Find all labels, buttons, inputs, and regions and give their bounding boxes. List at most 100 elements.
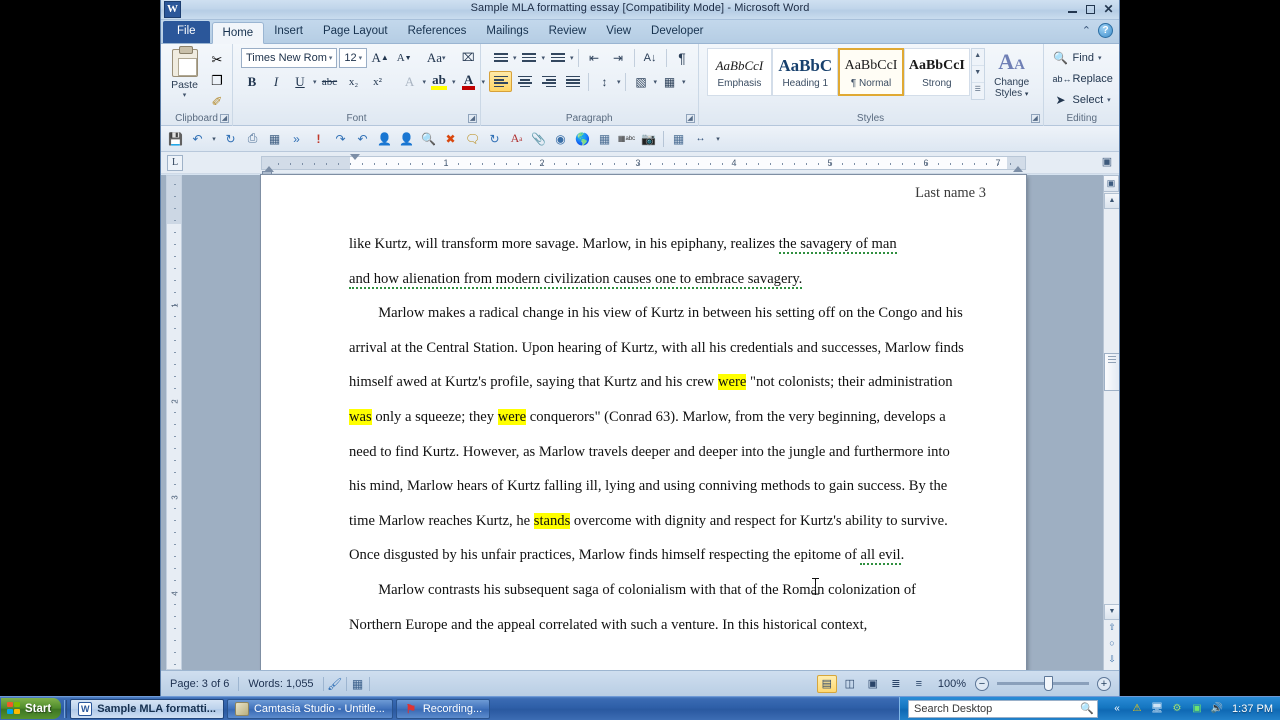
font-dialog-launcher[interactable]: ◢ [468, 114, 477, 123]
undo-dropdown-icon[interactable]: ▾ [209, 128, 219, 149]
tab-page-layout[interactable]: Page Layout [313, 21, 398, 43]
save-icon[interactable]: 💾 [165, 128, 186, 149]
tab-stop-selector[interactable]: L [167, 155, 183, 171]
superscript-a-icon[interactable]: Aa [506, 128, 527, 149]
language-icon[interactable]: ▦ [347, 677, 369, 691]
select-button[interactable]: ➤ Select ▾ [1050, 89, 1116, 110]
paperclip-icon[interactable]: 📎 [528, 128, 549, 149]
font-name-combo[interactable]: Times New Rom ▾ [241, 47, 338, 68]
text-effects-caret-icon[interactable]: ▾ [423, 78, 427, 86]
numbering-icon[interactable] [518, 47, 541, 68]
line-spacing-caret-icon[interactable]: ▾ [617, 78, 621, 86]
style-strong[interactable]: AaBbCcI Strong [903, 48, 970, 96]
document-page[interactable]: Last name 3 like Kurtz, will transform m… [261, 175, 1026, 695]
tab-file[interactable]: File [163, 21, 210, 43]
picture-frame-icon[interactable]: 📷 [638, 128, 659, 149]
borders-caret-icon[interactable]: ▾ [682, 78, 686, 86]
tab-insert[interactable]: Insert [264, 21, 313, 43]
copy-icon[interactable]: ❐ [206, 71, 228, 91]
format-painter-icon[interactable]: ✐ [206, 92, 228, 112]
bullets-caret-icon[interactable]: ▾ [513, 54, 517, 62]
vertical-ruler[interactable]: 1 2 3 4 [166, 175, 182, 689]
zoom-icon[interactable]: 🔍 [418, 128, 439, 149]
tab-view[interactable]: View [596, 21, 641, 43]
full-screen-reading-view-icon[interactable]: ◫ [840, 675, 860, 693]
change-styles-button[interactable]: AA Change Styles ▾ [985, 48, 1039, 100]
search-icon[interactable]: 🔍 [1080, 702, 1094, 715]
first-line-indent-marker[interactable] [350, 154, 360, 160]
restore-icon[interactable] [1084, 3, 1097, 15]
font-color-icon[interactable]: A [458, 71, 480, 92]
select-browse-object-icon[interactable]: ▣ [1103, 175, 1119, 192]
redo-icon[interactable]: ↻ [220, 128, 241, 149]
word-count[interactable]: Words: 1,055 [239, 678, 322, 690]
shading-caret-icon[interactable]: ▾ [654, 78, 658, 86]
zoom-slider[interactable] [997, 676, 1089, 691]
sort-icon[interactable]: A↓ [639, 47, 662, 68]
zoom-in-button[interactable]: + [1097, 676, 1111, 691]
borders-icon[interactable]: ▦ [658, 71, 681, 92]
grow-font-icon[interactable]: A ▲ [369, 47, 391, 68]
subscript-icon[interactable]: x₂ [343, 71, 365, 92]
paragraph-dialog-launcher[interactable]: ◢ [685, 114, 695, 123]
justify-icon[interactable] [561, 71, 584, 92]
shrink-font-icon[interactable]: A ▼ [393, 47, 415, 68]
multilevel-list-icon[interactable] [546, 47, 569, 68]
zoom-slider-thumb[interactable] [1044, 676, 1053, 691]
word-count-icon[interactable]: ▦ abc [616, 128, 637, 149]
start-button[interactable]: Start [1, 698, 62, 719]
shading-icon[interactable]: ▧ [630, 71, 653, 92]
multilevel-caret-icon[interactable]: ▾ [570, 54, 574, 62]
print-layout-view-icon[interactable]: ▤ [816, 674, 837, 693]
page-indicator[interactable]: Page: 3 of 6 [161, 678, 238, 690]
network-icon[interactable]: ▣ [1190, 702, 1204, 716]
security-shield-icon[interactable]: ⚠ [1130, 702, 1144, 716]
help-icon[interactable]: ? [1098, 23, 1113, 38]
clear-formatting-icon[interactable]: ⌧ [457, 47, 479, 68]
find-caret-icon[interactable]: ▾ [1098, 54, 1102, 62]
taskbar-item-recording[interactable]: ⚑ Recording... [395, 698, 491, 719]
increase-indent-icon[interactable]: ⇥ [607, 47, 630, 68]
exclamation-icon[interactable]: ! [308, 128, 329, 149]
document-body[interactable]: like Kurtz, will transform more savage. … [349, 227, 964, 642]
sound-icon[interactable]: 🔊 [1210, 702, 1224, 716]
globe-icon[interactable]: ◉ [550, 128, 571, 149]
grid-icon[interactable]: ▦ [594, 128, 615, 149]
underline-caret-icon[interactable]: ▾ [313, 78, 317, 86]
tab-review[interactable]: Review [539, 21, 597, 43]
antivirus-icon[interactable]: ⚙ [1170, 702, 1184, 716]
line-spacing-icon[interactable]: ↕ [593, 71, 616, 92]
clipboard-dialog-launcher[interactable]: ◢ [220, 114, 229, 123]
styles-scroll[interactable]: ▲ ▼ ☰ [970, 48, 985, 100]
tab-references[interactable]: References [398, 21, 477, 43]
show-hidden-icons-icon[interactable]: « [1110, 702, 1124, 716]
numbering-caret-icon[interactable]: ▾ [542, 54, 546, 62]
align-center-icon[interactable] [513, 71, 536, 92]
select-area-icon[interactable]: ▦ [668, 128, 689, 149]
right-indent-marker[interactable] [1013, 166, 1023, 172]
style-emphasis[interactable]: AaBbCcI Emphasis [706, 48, 773, 96]
tab-developer[interactable]: Developer [641, 21, 713, 43]
image-icon[interactable]: ▦ [264, 128, 285, 149]
display-icon[interactable]: 🖥 [1150, 702, 1164, 716]
scroll-up-icon[interactable]: ▲ [1104, 193, 1119, 209]
replace-button[interactable]: ab↔ Replace [1050, 68, 1116, 89]
change-case-icon[interactable]: Aa ▾ [425, 47, 447, 68]
vertical-scrollbar[interactable]: ▣ ▲ ▼ ⇧ ○ ⇩ [1103, 175, 1119, 670]
print-preview-icon[interactable]: ⎙ [242, 128, 263, 149]
fast-forward-icon[interactable]: » [286, 128, 307, 149]
search-desktop-input[interactable]: Search Desktop 🔍 [908, 699, 1099, 718]
undo-arrow-icon[interactable]: ↶ [352, 128, 373, 149]
styles-dialog-launcher[interactable]: ◢ [1030, 114, 1040, 123]
bold-icon[interactable]: B [241, 71, 263, 92]
minimize-icon[interactable] [1066, 3, 1079, 15]
refresh-icon[interactable]: ↻ [484, 128, 505, 149]
style-normal[interactable]: AaBbCcI ¶ Normal [838, 48, 904, 96]
style-heading-1[interactable]: AaBbC Heading 1 [772, 48, 839, 96]
next-page-icon[interactable]: ⇩ [1104, 652, 1119, 668]
select-caret-icon[interactable]: ▾ [1107, 96, 1111, 104]
underline-icon[interactable]: U [289, 71, 311, 92]
taskbar-item-word[interactable]: W Sample MLA formatti... [70, 698, 224, 719]
zoom-out-button[interactable]: − [975, 676, 989, 691]
italic-icon[interactable]: I [265, 71, 287, 92]
